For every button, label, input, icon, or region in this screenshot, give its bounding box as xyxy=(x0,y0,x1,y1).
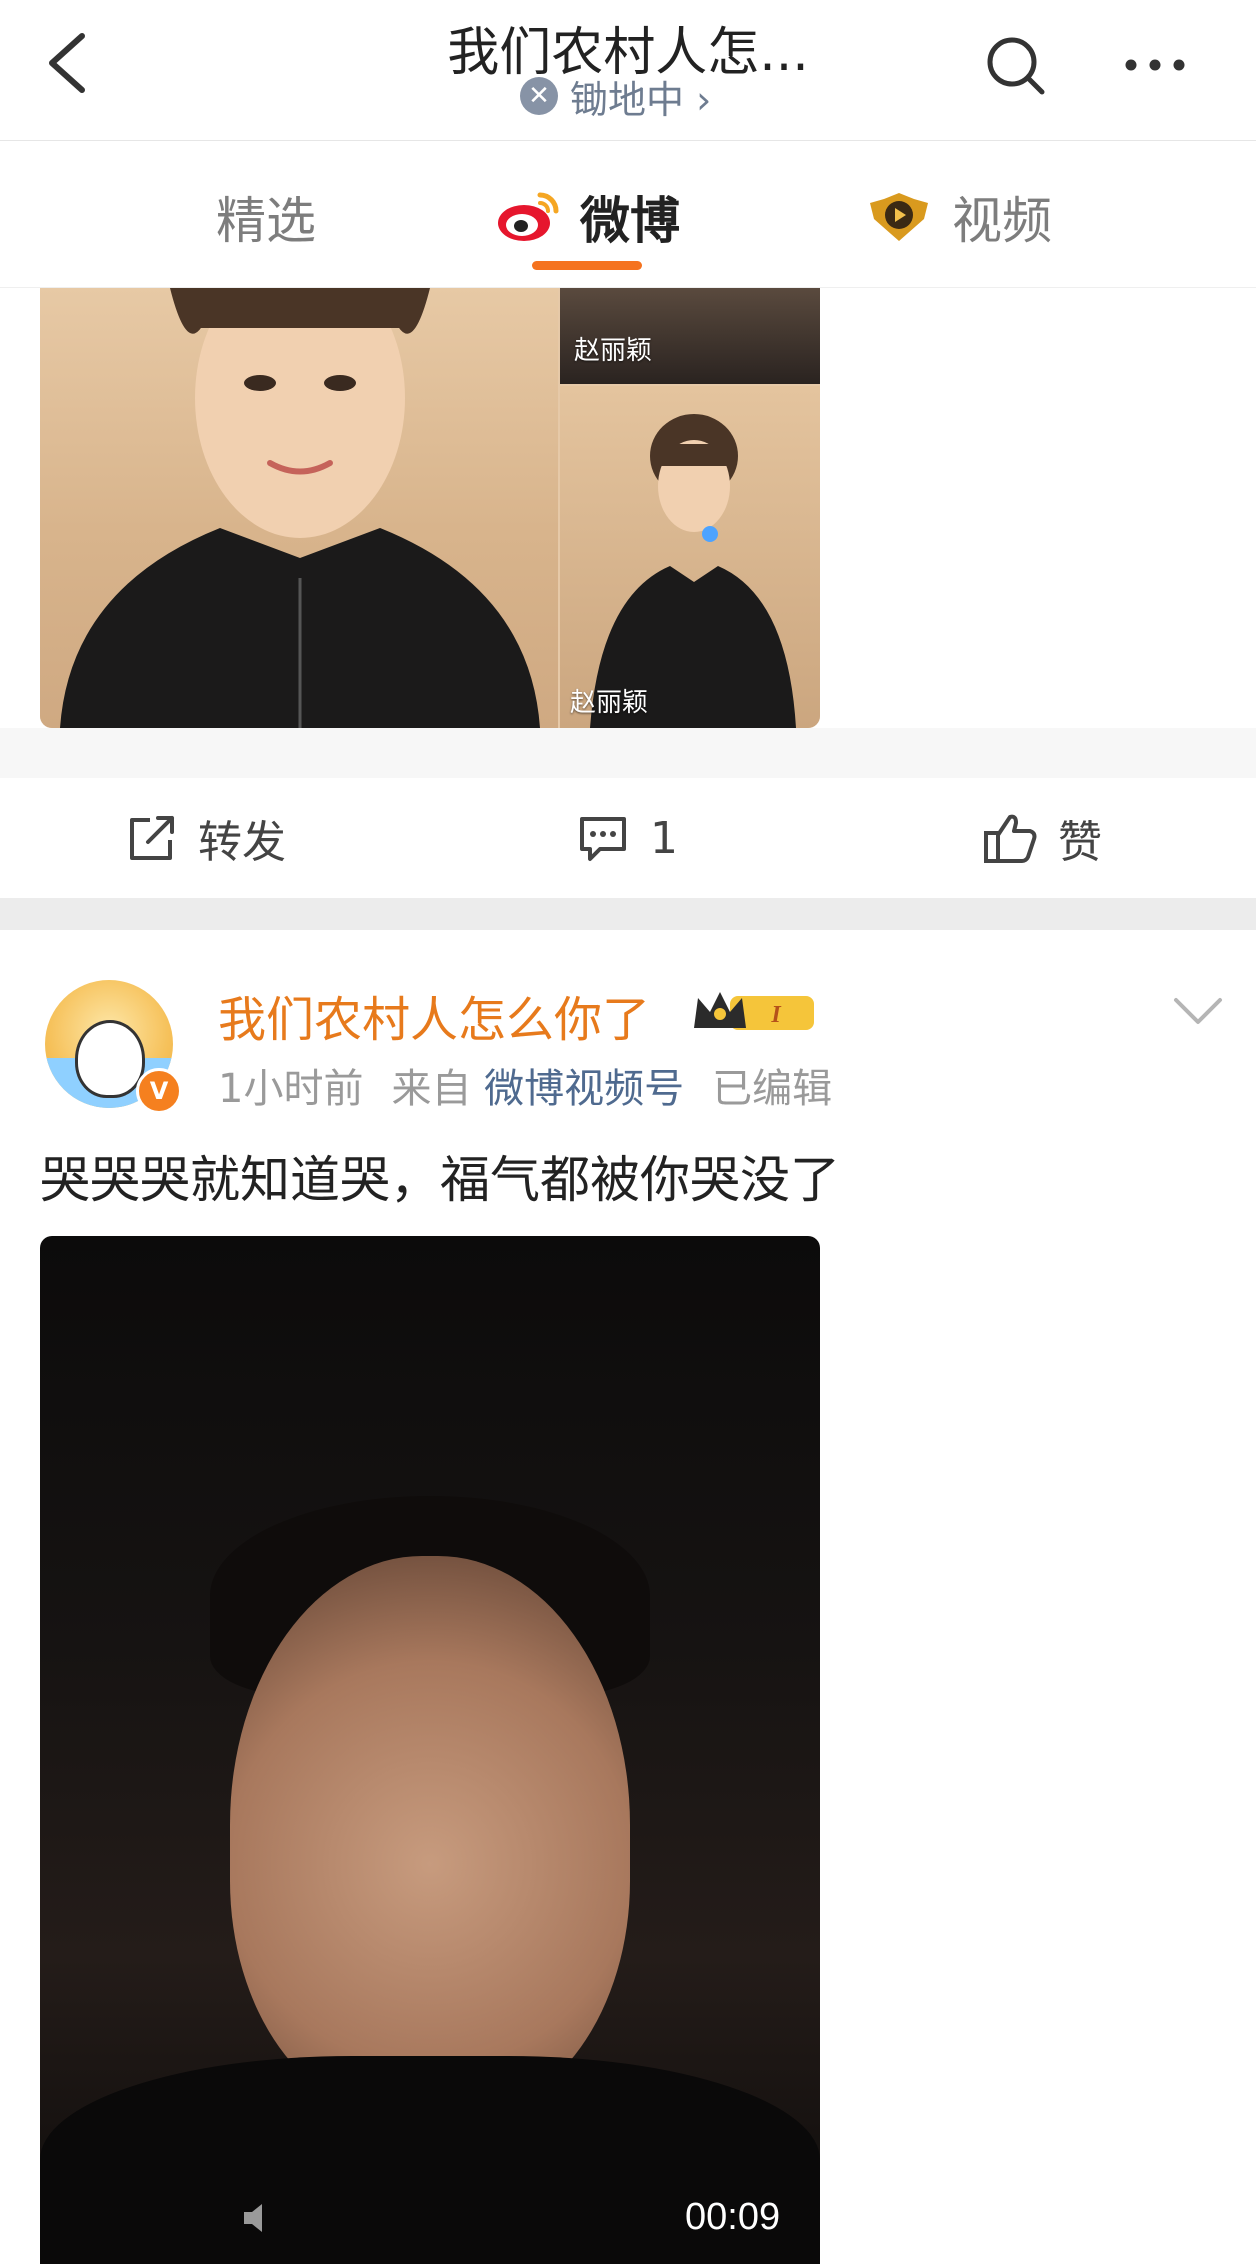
weibo-logo-icon xyxy=(498,192,559,241)
comment-count: 1 xyxy=(650,812,678,864)
post-image-main[interactable] xyxy=(40,288,558,728)
post-meta: 1小时前 来自 微博视频号 已编辑 xyxy=(218,1056,832,1114)
tab-video[interactable]: 视频 xyxy=(864,181,1052,253)
level-badge-text: I xyxy=(770,1002,782,1028)
comment-icon xyxy=(580,817,626,861)
mute-icon[interactable] xyxy=(240,2198,280,2238)
repost-icon xyxy=(130,816,174,860)
portrait-illustration xyxy=(60,288,540,728)
back-arrow-icon[interactable] xyxy=(40,28,100,98)
tab-label: 精选 xyxy=(216,192,316,250)
repost-button[interactable]: 转发 xyxy=(126,806,286,870)
post-image-grid[interactable]: 赵丽颖 赵丽颖 xyxy=(40,288,820,728)
post-separator xyxy=(0,898,1256,930)
comment-button[interactable]: 1 xyxy=(576,806,678,870)
post-text: 哭哭哭就知道哭，福气都被你哭没了 xyxy=(40,1151,840,1209)
tab-label: 视频 xyxy=(952,192,1052,250)
verified-badge-icon: V xyxy=(136,1068,182,1114)
from-label: 来自 xyxy=(391,1066,472,1112)
video-duration: 00:09 xyxy=(685,2196,781,2238)
active-tab-indicator xyxy=(532,261,642,270)
from-source: 来自 微博视频号 xyxy=(391,1056,684,1114)
portrait-illustration-small xyxy=(590,414,796,728)
like-label: 赞 xyxy=(1058,817,1102,868)
video-player[interactable]: 00:09 xyxy=(40,1236,820,2264)
top-nav-bar: 我们农村人怎... ✕ 锄地中 › xyxy=(0,0,1256,141)
like-button[interactable]: 赞 xyxy=(982,806,1102,870)
search-icon[interactable] xyxy=(980,30,1050,100)
status-text: 锄地中 › xyxy=(570,77,712,122)
post-time: 1小时前 xyxy=(218,1066,364,1112)
image-caption: 赵丽颖 xyxy=(570,688,649,718)
edited-label: 已编辑 xyxy=(712,1066,833,1112)
repost-label: 转发 xyxy=(198,817,286,868)
image-caption: 赵丽颖 xyxy=(574,336,653,366)
tab-featured[interactable]: 精选 xyxy=(216,181,316,253)
more-options-icon[interactable] xyxy=(1115,30,1195,100)
thumbs-up-icon xyxy=(984,814,1037,863)
author-name[interactable]: 我们农村人怎么你了 xyxy=(218,980,650,1050)
video-tab-icon xyxy=(870,193,928,241)
post-action-bar: 转发 1 赞 xyxy=(0,778,1256,898)
status-subtitle[interactable]: ✕ 锄地中 › xyxy=(520,70,711,122)
tab-weibo[interactable]: 微博 xyxy=(496,181,680,253)
tab-label: 微博 xyxy=(580,192,680,250)
post-image-thumb-bottom[interactable] xyxy=(560,386,820,728)
avatar-character xyxy=(75,1020,145,1098)
tab-bar: 精选 微博 视频 xyxy=(0,141,1256,288)
divider xyxy=(0,728,1256,778)
video-frame-face xyxy=(230,1556,630,2116)
source-link[interactable]: 微博视频号 xyxy=(484,1066,684,1112)
vip-crown-badge-icon[interactable]: I xyxy=(690,984,820,1040)
chevron-down-icon[interactable] xyxy=(1168,990,1228,1030)
status-emoji-icon: ✕ xyxy=(520,77,558,115)
